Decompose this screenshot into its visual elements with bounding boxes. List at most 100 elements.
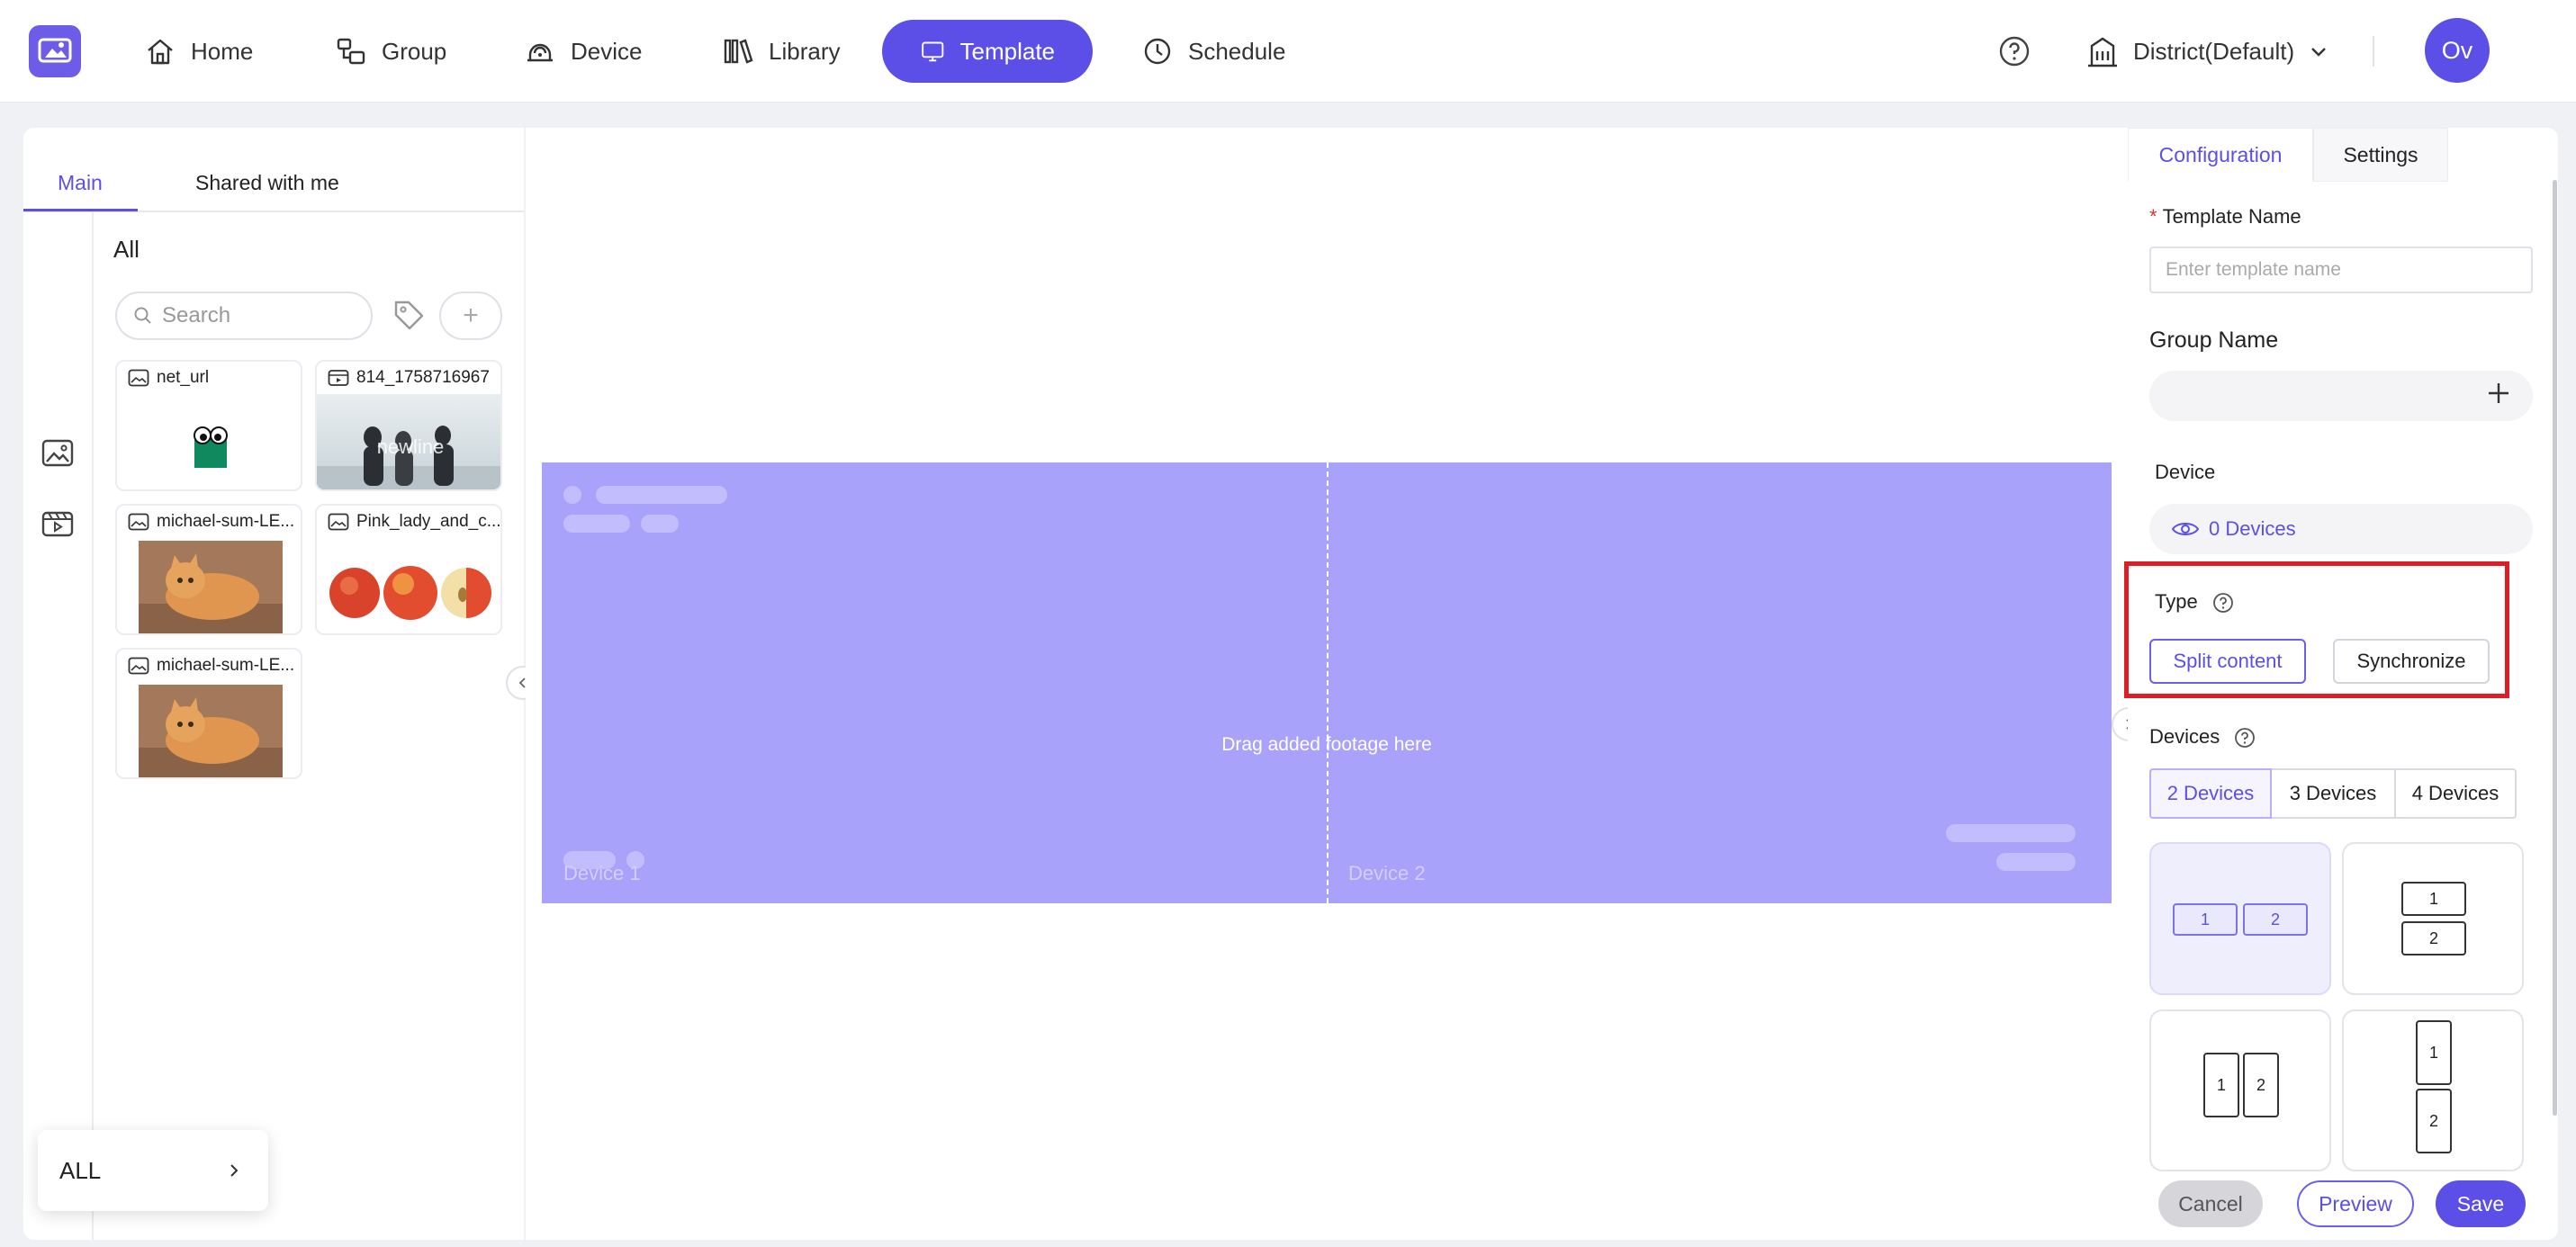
media-thumbnail: newline	[317, 394, 500, 489]
nav-device-label: Device	[571, 37, 643, 65]
video-filter-icon[interactable]	[40, 507, 76, 540]
group-icon	[337, 38, 365, 65]
nav-library-label: Library	[769, 37, 841, 65]
district-selector[interactable]: District(Default)	[2085, 31, 2330, 72]
avatar[interactable]: Ov	[2425, 18, 2490, 83]
drop-zone[interactable]: Device 1 Device 2 Drag added footage her…	[542, 462, 2112, 903]
nav-library[interactable]: Library	[684, 20, 878, 83]
active-tab-indicator	[23, 209, 138, 211]
media-item[interactable]: Pink_lady_and_c...	[315, 504, 502, 635]
layout-option-stacked[interactable]: 1 2	[2342, 842, 2524, 995]
device-icon	[527, 43, 553, 62]
image-icon	[328, 513, 349, 531]
layout-cell: 2	[2416, 1089, 2452, 1153]
two-devices-tab[interactable]: 2 Devices	[2149, 768, 2272, 819]
placeholder-skeleton	[1946, 824, 2076, 842]
nav-template-label: Template	[959, 37, 1056, 65]
nav-template[interactable]: Template	[882, 20, 1093, 83]
four-devices-tab[interactable]: 4 Devices	[2394, 768, 2517, 819]
help-icon[interactable]	[2212, 592, 2234, 614]
type-synchronize-button[interactable]: Synchronize	[2333, 639, 2490, 684]
device-label: Device	[2155, 461, 2216, 483]
layout-cell: 1	[2401, 882, 2466, 916]
media-item[interactable]: 814_1758716967 newline	[315, 360, 502, 491]
nav-group[interactable]: Group	[297, 20, 484, 83]
tab-settings[interactable]: Settings	[2313, 128, 2448, 182]
media-name: 814_1758716967	[356, 368, 490, 387]
device-2-label: Device 2	[1348, 862, 1426, 884]
layout-option-side-by-side[interactable]: 1 2	[2149, 842, 2331, 995]
layout-cell: 2	[2243, 903, 2308, 936]
media-item[interactable]: net_url	[115, 360, 302, 491]
nav-group-label: Group	[382, 37, 447, 65]
media-item[interactable]: michael-sum-LE...	[115, 648, 302, 779]
divider	[2373, 36, 2374, 67]
configuration-panel: Configuration Settings *Template Name Gr…	[2124, 128, 2558, 1240]
nav-home[interactable]: Home	[106, 20, 291, 83]
device-split-divider	[1327, 462, 1329, 903]
plus-icon	[2489, 383, 2508, 403]
help-icon[interactable]	[1998, 35, 2031, 67]
eye-icon	[2171, 523, 2200, 535]
cat-thumbnail-image	[139, 685, 283, 777]
three-devices-tab[interactable]: 3 Devices	[2270, 768, 2396, 819]
media-name: michael-sum-LE...	[157, 656, 295, 675]
preview-button[interactable]: Preview	[2297, 1180, 2414, 1227]
type-split-content-button[interactable]: Split content	[2149, 639, 2306, 684]
library-search[interactable]	[115, 292, 373, 340]
layout-option-portrait-side-by-side[interactable]: 1 2	[2149, 1009, 2331, 1171]
media-name: michael-sum-LE...	[157, 512, 295, 531]
library-tabs: Main Shared with me	[23, 128, 524, 212]
cancel-button[interactable]: Cancel	[2158, 1180, 2263, 1227]
layout-cell: 1	[2203, 1053, 2239, 1117]
media-thumbnail	[117, 682, 301, 777]
template-name-input[interactable]	[2149, 247, 2533, 293]
top-navigation: Home Group Device Library Template Sched…	[0, 0, 2576, 103]
tab-configuration[interactable]: Configuration	[2128, 128, 2313, 182]
video-thumbnail-image: newline	[317, 426, 500, 489]
layout-cell: 2	[2401, 921, 2466, 955]
devices-count: 0 Devices	[2209, 517, 2296, 540]
tab-shared-with-me[interactable]: Shared with me	[195, 171, 339, 195]
save-button[interactable]: Save	[2436, 1180, 2526, 1227]
tab-main[interactable]: Main	[58, 171, 103, 195]
media-name: Pink_lady_and_c...	[356, 512, 500, 531]
layout-option-portrait-stacked[interactable]: 1 2	[2342, 1009, 2524, 1171]
config-tabs: Configuration Settings	[2128, 128, 2558, 182]
image-icon	[128, 513, 149, 531]
chevron-down-icon	[2311, 48, 2326, 57]
home-icon	[148, 39, 173, 65]
required-mark: *	[2149, 205, 2157, 228]
chevron-right-icon	[230, 1164, 239, 1177]
media-type-rail	[23, 212, 94, 1240]
tag-icon[interactable]	[391, 297, 427, 333]
help-icon[interactable]	[2234, 727, 2256, 749]
add-media-button[interactable]: +	[439, 292, 502, 340]
image-icon	[128, 657, 149, 675]
media-thumbnail	[117, 394, 301, 489]
nav-device[interactable]: Device	[486, 20, 680, 83]
nav-schedule-label: Schedule	[1188, 37, 1286, 65]
view-devices-button[interactable]: 0 Devices	[2149, 504, 2533, 554]
folder-filter-popover[interactable]: ALL	[38, 1130, 268, 1211]
config-scrollbar[interactable]	[2553, 180, 2557, 1116]
nav-schedule[interactable]: Schedule	[1103, 20, 1323, 83]
add-group-button[interactable]	[2481, 376, 2517, 414]
district-label: District(Default)	[2133, 37, 2295, 65]
search-input[interactable]	[162, 303, 351, 328]
media-item[interactable]: michael-sum-LE...	[115, 504, 302, 635]
image-icon	[128, 369, 149, 387]
layout-cell: 2	[2243, 1053, 2279, 1117]
image-filter-icon[interactable]	[40, 437, 76, 470]
group-name-field[interactable]	[2149, 371, 2533, 421]
layout-cell: 1	[2173, 903, 2238, 936]
nav-home-label: Home	[191, 37, 254, 65]
app-logo[interactable]	[29, 25, 81, 77]
net-url-thumbnail-image	[194, 426, 228, 468]
folder-filter-label: ALL	[59, 1156, 102, 1184]
placeholder-skeleton	[563, 486, 581, 504]
drop-hint: Drag added footage here	[1221, 734, 1432, 755]
config-footer: Cancel Preview Save	[2128, 1171, 2558, 1240]
placeholder-skeleton	[1996, 853, 2076, 871]
media-thumbnail	[117, 538, 301, 633]
